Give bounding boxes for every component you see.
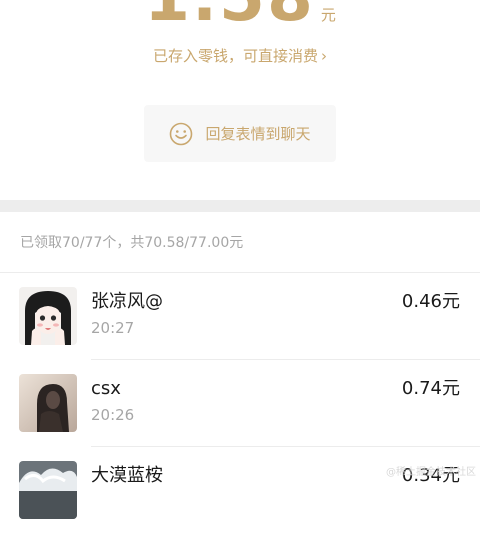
avatar[interactable] <box>19 374 77 432</box>
amount-unit: 元 <box>320 6 336 24</box>
list-item[interactable]: 张凉风@ 20:27 0.46元 <box>0 273 480 360</box>
chevron-right-icon: › <box>321 47 327 65</box>
summary-bar: 已领取70/77个，共70.58/77.00元 <box>0 212 480 273</box>
list-item[interactable]: csx 20:26 0.74元 <box>0 360 480 447</box>
amount-value: 1.58 <box>144 0 315 32</box>
summary-text: 已领取70/77个，共70.58/77.00元 <box>20 235 244 251</box>
silhouette-avatar-icon <box>19 374 77 432</box>
recipient-name: 张凉风@ <box>91 291 163 312</box>
recipient-list: 张凉风@ 20:27 0.46元 csx 20:26 0.74元 大漠蓝桉 0.… <box>0 273 480 534</box>
avatar[interactable] <box>19 461 77 519</box>
recipient-amount: 0.74元 <box>401 378 460 399</box>
avatar[interactable] <box>19 287 77 345</box>
snow-avatar-icon <box>19 461 77 519</box>
packet-header: 1.58 元 已存入零钱，可直接消费› 回复表情到聊天 <box>0 0 480 200</box>
watermark: @稀土掘金技术社区 <box>386 467 476 478</box>
reply-sticker-button[interactable]: 回复表情到聊天 <box>144 105 336 162</box>
smiley-icon <box>170 122 193 145</box>
recipient-amount: 0.46元 <box>401 291 460 312</box>
deposit-text: 已存入零钱，可直接消费 <box>152 47 318 65</box>
list-item[interactable]: 大漠蓝桉 0.34元 <box>0 447 480 534</box>
recipient-name: csx <box>91 378 121 399</box>
recipient-time: 20:27 <box>91 319 135 337</box>
recipient-time: 20:26 <box>91 406 135 424</box>
section-divider <box>0 200 480 212</box>
deposit-change-link[interactable]: 已存入零钱，可直接消费 › <box>0 45 480 67</box>
received-amount: 1.58 元 <box>0 0 480 32</box>
anime-girl-avatar-icon <box>19 287 77 345</box>
recipient-name: 大漠蓝桉 <box>91 465 163 486</box>
reply-label: 回复表情到聊天 <box>205 125 311 143</box>
